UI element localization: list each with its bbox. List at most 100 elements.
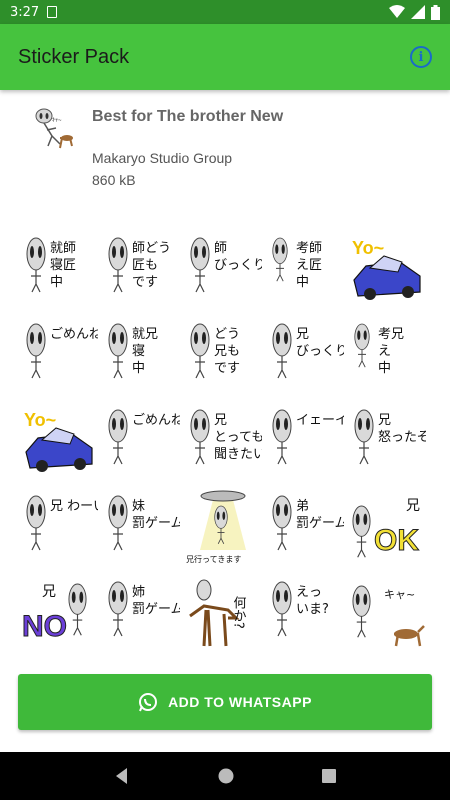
sticker-item[interactable]: どう 兄も です <box>184 318 262 396</box>
sticker-item[interactable]: 兄怒ったぞ! <box>348 404 426 482</box>
signal-icon <box>411 5 425 19</box>
app-bar: Sticker Pack i <box>0 24 450 90</box>
sticker-image: 師びっくり!匠 <box>190 237 262 293</box>
svg-text:OK: OK <box>374 524 419 557</box>
sticker-item[interactable]: 兄とっても 聞きたい <box>184 404 262 482</box>
svg-text:寝: 寝 <box>132 343 145 359</box>
sticker-item[interactable]: 姉罰ゲーム <box>102 576 180 654</box>
svg-text:です: です <box>132 275 158 290</box>
sticker-item[interactable]: イェーイ <box>266 404 344 482</box>
svg-text:イェーイ: イェーイ <box>296 413 344 428</box>
svg-text:ごめんね: ごめんね <box>50 326 98 342</box>
sticker-item[interactable]: えっいま? <box>266 576 344 654</box>
sticker-grid: 就師寝匠中師どう匠もです師びっくり!匠考師え匠中Yo~ごめんね就兄寝中どう兄もで… <box>20 232 432 662</box>
app-title: Sticker Pack <box>18 45 130 68</box>
svg-text:とっても: とっても <box>214 430 262 445</box>
svg-text:考師: 考師 <box>296 241 322 256</box>
sticker-image: 就師寝匠中 <box>26 237 76 293</box>
info-icon[interactable]: i <box>410 46 432 68</box>
svg-text:師: 師 <box>214 241 227 256</box>
tray-icon: ｷｬ~ <box>30 106 78 154</box>
sticker-image: 弟罰ゲーム <box>272 495 344 551</box>
navigation-bar <box>0 752 450 800</box>
sticker-image: 妹罰ゲーム <box>108 495 180 551</box>
sticker-item[interactable]: OK 兄 <box>348 490 426 568</box>
sticker-item[interactable]: 就師 寝匠中 <box>20 232 98 310</box>
svg-text:ごめんね: ごめんね <box>132 412 180 428</box>
sticker-image: 考兄え中 <box>354 323 404 376</box>
sticker-image: 兄びっくり! <box>272 323 344 379</box>
status-icons <box>389 4 440 20</box>
home-icon[interactable] <box>217 767 235 785</box>
pack-size: 860 kB <box>92 172 136 188</box>
svg-text:兄: 兄 <box>214 413 227 428</box>
back-icon[interactable] <box>113 767 131 785</box>
sticker-image: 何か? <box>189 579 247 647</box>
whatsapp-icon <box>139 693 158 712</box>
sticker-image: 考師え匠中 <box>272 237 322 290</box>
sticker-item[interactable]: 就兄寝中 <box>102 318 180 396</box>
add-button-label: ADD TO WHATSAPP <box>168 694 312 710</box>
svg-text:びっくり!: びっくり! <box>296 344 344 359</box>
svg-text:キャ~: キャ~ <box>384 588 415 601</box>
svg-text:妹: 妹 <box>132 499 145 514</box>
sticker-image: 師どう匠もです <box>108 237 171 293</box>
svg-text:兄: 兄 <box>378 413 391 428</box>
svg-text:罰ゲーム: 罰ゲーム <box>132 516 180 531</box>
sticker-item[interactable]: ごめんね <box>20 318 98 396</box>
svg-text:中: 中 <box>50 275 63 290</box>
sticker-item[interactable]: Yo~ <box>348 232 426 310</box>
sticker-item[interactable]: 弟罰ゲーム <box>266 490 344 568</box>
svg-text:怒ったぞ!: 怒ったぞ! <box>378 430 426 445</box>
sticker-item[interactable]: 考師 え匠中 <box>266 232 344 310</box>
svg-text:考兄: 考兄 <box>378 327 404 342</box>
sticker-image: どう兄もです <box>190 323 240 379</box>
wifi-icon <box>389 5 405 18</box>
svg-text:就師: 就師 <box>50 241 76 256</box>
add-to-whatsapp-button[interactable]: ADD TO WHATSAPP <box>18 674 432 730</box>
svg-text:聞きたい: 聞きたい <box>214 447 262 462</box>
sticker-item[interactable]: 師びっくり!匠 <box>184 232 262 310</box>
pack-header: ｷｬ~ Best for The brother New Makaryo Stu… <box>0 90 450 200</box>
svg-text:罰ゲーム: 罰ゲーム <box>132 602 180 617</box>
svg-text:兄 わーいわーい: 兄 わーいわーい <box>50 499 98 514</box>
sticker-image: Yo~ <box>352 238 421 300</box>
sticker-item[interactable]: 考兄え中 <box>348 318 426 396</box>
svg-text:NO: NO <box>22 610 67 643</box>
svg-text:びっくり!匠: びっくり!匠 <box>214 258 262 273</box>
sticker-item[interactable]: 兄 わーいわーい <box>20 490 98 568</box>
svg-text:師どう: 師どう <box>132 241 171 256</box>
recents-icon[interactable] <box>321 768 337 784</box>
sticker-item[interactable]: Yo~ <box>20 404 98 482</box>
sticker-item[interactable]: ごめんね <box>102 404 180 482</box>
svg-text:どう: どう <box>214 327 240 342</box>
sticker-image: えっいま? <box>272 581 329 637</box>
sticker-item[interactable]: 妹罰ゲーム <box>102 490 180 568</box>
svg-text:え匠: え匠 <box>296 258 322 273</box>
svg-text:姉: 姉 <box>132 585 145 600</box>
sticker-item[interactable]: 何か? <box>184 576 262 654</box>
sticker-item[interactable]: 兄行ってきます <box>184 490 262 568</box>
sticker-image: ごめんね <box>108 409 180 465</box>
svg-text:兄: 兄 <box>42 584 56 600</box>
svg-text:えっ: えっ <box>296 585 322 600</box>
svg-text:え: え <box>378 344 391 359</box>
svg-text:何か?: 何か? <box>231 595 247 628</box>
sticker-item[interactable]: 兄びっくり! <box>266 318 344 396</box>
sticker-item[interactable]: NO 兄 <box>20 576 98 654</box>
sticker-image: 兄行ってきます <box>186 490 246 564</box>
svg-text:兄: 兄 <box>406 498 420 514</box>
sticker-image: Yo~ <box>24 410 93 472</box>
sticker-image: 就兄寝中 <box>108 323 158 379</box>
pack-publisher: Makaryo Studio Group <box>92 150 233 166</box>
sticker-item[interactable]: キャ~ <box>348 576 426 654</box>
svg-text:中: 中 <box>296 275 309 290</box>
status-time: 3:27 <box>10 4 40 20</box>
svg-text:匠も: 匠も <box>132 258 158 273</box>
svg-text:兄行ってきます: 兄行ってきます <box>186 554 241 564</box>
svg-text:兄: 兄 <box>296 327 309 342</box>
sticker-item[interactable]: 師どう 匠も です <box>102 232 180 310</box>
svg-text:です: です <box>214 361 240 376</box>
sticker-image: キャ~ <box>352 585 425 647</box>
svg-text:いま?: いま? <box>296 602 329 617</box>
